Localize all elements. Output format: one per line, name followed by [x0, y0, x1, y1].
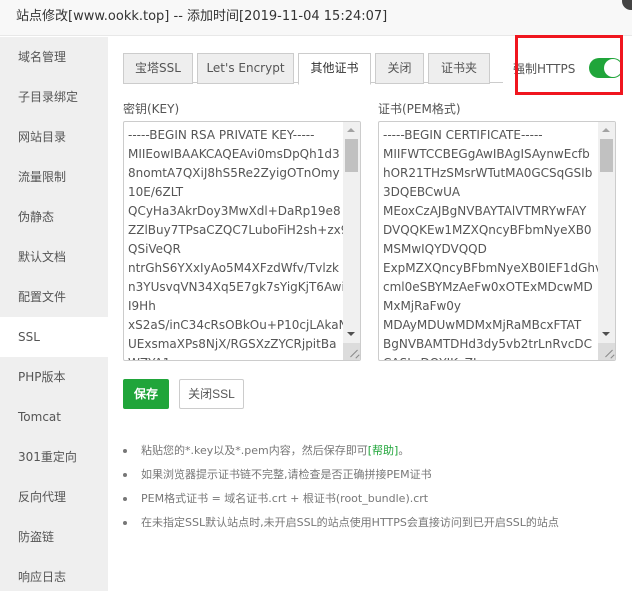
sidebar-item-response-log[interactable]: 响应日志 [0, 557, 108, 591]
cert-label: 证书(PEM格式) [378, 102, 461, 116]
force-https-control: 强制HTTPS [513, 53, 624, 83]
toggle-knob [604, 59, 623, 77]
bullet-icon [123, 521, 127, 525]
scroll-up-arrow-icon[interactable] [347, 128, 355, 132]
sidebar-item-php-version[interactable]: PHP版本 [0, 357, 108, 397]
window-title-bar: 站点修改[www.ookk.top] -- 添加时间[2019-11-04 15… [0, 0, 632, 36]
save-button[interactable]: 保存 [123, 379, 169, 409]
sidebar-item-tomcat[interactable]: Tomcat [0, 397, 108, 437]
sidebar-item-traffic-limit[interactable]: 流量限制 [0, 157, 108, 197]
tip-item: 粘贴您的*.key以及*.pem内容，然后保存即可[帮助]。 [123, 443, 628, 467]
bullet-icon [123, 473, 127, 477]
tip-text: PEM格式证书 = 域名证书.crt + 根证书(root_bundle).cr… [141, 492, 429, 505]
sidebar: 域名管理 子目录绑定 网站目录 流量限制 伪静态 默认文档 配置文件 SSL P… [0, 37, 108, 591]
ssl-tabs: 宝塔SSL Let's Encrypt 其他证书 关闭 证书夹 [123, 53, 503, 85]
cert-textarea[interactable]: -----BEGIN CERTIFICATE----- MIIFWTCCBEGg… [378, 121, 616, 361]
close-ssl-button[interactable]: 关闭SSL [179, 379, 244, 409]
cert-scrollbar[interactable] [598, 122, 615, 360]
key-textarea[interactable]: -----BEGIN RSA PRIVATE KEY----- MIIEowIB… [123, 121, 361, 361]
tip-item: 如果浏览器提示证书链不完整,请检查是否正确拼接PEM证书 [123, 467, 628, 491]
scrollbar-thumb[interactable] [345, 139, 358, 172]
scroll-down-arrow-icon[interactable] [347, 332, 355, 336]
tip-text: 粘贴您的*.key以及*.pem内容，然后保存即可 [141, 444, 368, 457]
scrollbar-thumb[interactable] [600, 139, 613, 172]
bullet-icon [123, 449, 127, 453]
key-scrollbar[interactable] [343, 122, 360, 360]
close-icon[interactable] [622, 0, 632, 10]
sidebar-item-site-dir[interactable]: 网站目录 [0, 117, 108, 157]
sidebar-item-config-file[interactable]: 配置文件 [0, 277, 108, 317]
sidebar-item-reverse-proxy[interactable]: 反向代理 [0, 477, 108, 517]
tip-item: 在未指定SSL默认站点时,未开启SSL的站点使用HTTPS会直接访问到已开启SS… [123, 515, 628, 539]
cert-textarea-content[interactable]: -----BEGIN CERTIFICATE----- MIIFWTCCBEGg… [379, 122, 598, 360]
tip-text: 在未指定SSL默认站点时,未开启SSL的站点使用HTTPS会直接访问到已开启SS… [141, 516, 559, 529]
sidebar-item-301-redirect[interactable]: 301重定向 [0, 437, 108, 477]
window-title: 站点修改[www.ookk.top] -- 添加时间[2019-11-04 15… [16, 9, 388, 24]
sidebar-item-domain[interactable]: 域名管理 [0, 37, 108, 77]
scroll-down-arrow-icon[interactable] [602, 332, 610, 336]
key-label: 密钥(KEY) [123, 102, 180, 116]
tab-cert-folder[interactable]: 证书夹 [428, 53, 490, 84]
tip-item: PEM格式证书 = 域名证书.crt + 根证书(root_bundle).cr… [123, 491, 628, 515]
resize-grip-icon[interactable] [343, 343, 360, 360]
sidebar-item-default-doc[interactable]: 默认文档 [0, 237, 108, 277]
force-https-label: 强制HTTPS [513, 61, 576, 76]
sidebar-item-rewrite[interactable]: 伪静态 [0, 197, 108, 237]
tab-close[interactable]: 关闭 [375, 53, 424, 84]
help-link[interactable]: [帮助] [368, 444, 399, 457]
sidebar-item-ssl[interactable]: SSL [0, 317, 108, 357]
tip-suffix: 。 [398, 444, 410, 457]
tips-list: 粘贴您的*.key以及*.pem内容，然后保存即可[帮助]。 如果浏览器提示证书… [123, 443, 628, 539]
scroll-up-arrow-icon[interactable] [602, 128, 610, 132]
tip-text: 如果浏览器提示证书链不完整,请检查是否正确拼接PEM证书 [141, 468, 432, 481]
resize-grip-icon[interactable] [598, 343, 615, 360]
tab-other-cert[interactable]: 其他证书 [298, 53, 371, 85]
ssl-panel: 宝塔SSL Let's Encrypt 其他证书 关闭 证书夹 强制HTTPS … [108, 35, 632, 591]
tab-bt-ssl[interactable]: 宝塔SSL [123, 53, 193, 84]
key-textarea-content[interactable]: -----BEGIN RSA PRIVATE KEY----- MIIEowIB… [124, 122, 343, 360]
sidebar-item-subdir[interactable]: 子目录绑定 [0, 77, 108, 117]
bullet-icon [123, 497, 127, 501]
tab-lets-encrypt[interactable]: Let's Encrypt [197, 53, 294, 84]
force-https-toggle[interactable] [589, 58, 624, 78]
sidebar-item-hotlink-protection[interactable]: 防盗链 [0, 517, 108, 557]
